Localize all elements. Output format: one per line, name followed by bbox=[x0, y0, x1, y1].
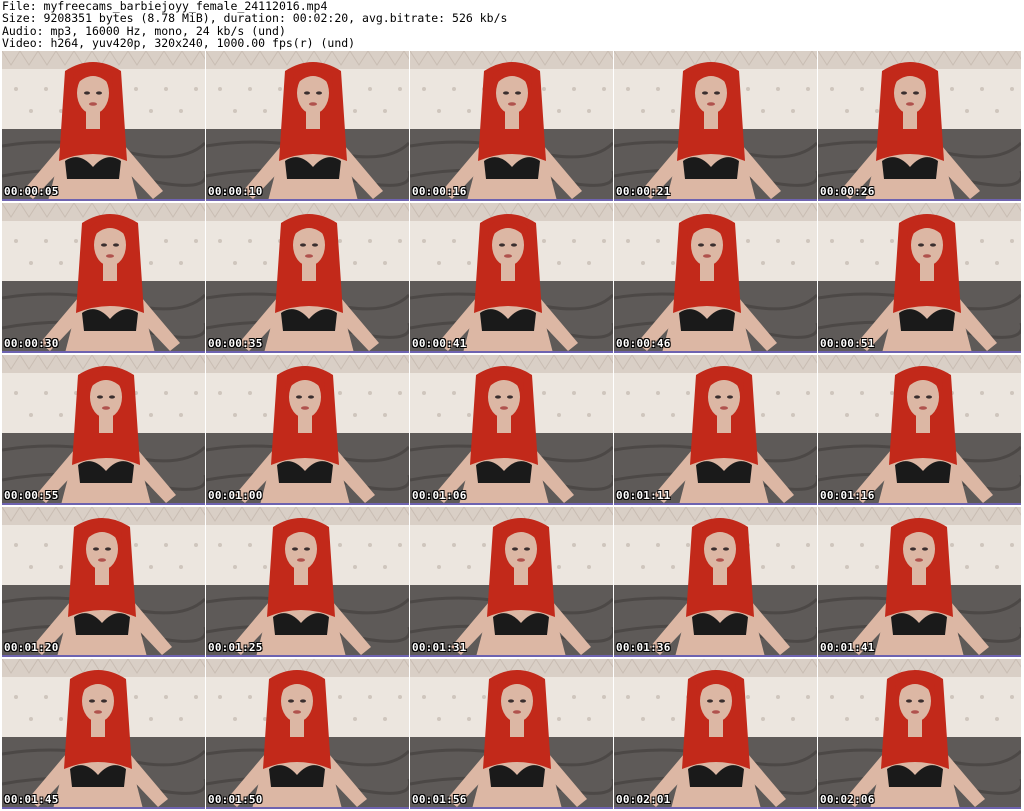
video-thumbnail: 00:00:30 bbox=[2, 203, 205, 353]
thumbnail-timestamp: 00:01:20 bbox=[4, 641, 59, 654]
video-thumbnail: 00:00:51 bbox=[818, 203, 1021, 353]
video-thumbnail: 00:00:26 bbox=[818, 51, 1021, 201]
frame-image bbox=[2, 203, 205, 351]
video-thumbnail: 00:00:46 bbox=[614, 203, 817, 353]
frame-image bbox=[614, 355, 817, 503]
thumbnail-timestamp: 00:01:56 bbox=[412, 793, 467, 806]
thumbnail-timestamp: 00:01:45 bbox=[4, 793, 59, 806]
frame-image bbox=[206, 203, 409, 351]
video-thumbnail: 00:01:45 bbox=[2, 659, 205, 809]
frame-image bbox=[2, 355, 205, 503]
frame-image bbox=[206, 355, 409, 503]
thumbnail-timestamp: 00:02:01 bbox=[616, 793, 671, 806]
thumbnail-grid: 00:00:05 00:00:10 00:00:16 00:00:21 00:00:26… bbox=[2, 51, 1022, 811]
thumbnail-timestamp: 00:01:36 bbox=[616, 641, 671, 654]
video-thumbnail: 00:01:06 bbox=[410, 355, 613, 505]
frame-image bbox=[818, 51, 1021, 199]
file-info-header: File: myfreecams_barbiejoyy_female_24112… bbox=[2, 0, 1022, 50]
thumbnail-timestamp: 00:00:10 bbox=[208, 185, 263, 198]
video-thumbnail: 00:01:36 bbox=[614, 507, 817, 657]
frame-image bbox=[410, 659, 613, 807]
thumbnail-timestamp: 00:00:55 bbox=[4, 489, 59, 502]
video-thumbnail: 00:00:05 bbox=[2, 51, 205, 201]
video-thumbnail: 00:01:25 bbox=[206, 507, 409, 657]
thumbnail-timestamp: 00:00:35 bbox=[208, 337, 263, 350]
thumbnail-timestamp: 00:00:16 bbox=[412, 185, 467, 198]
video-thumbnail: 00:01:56 bbox=[410, 659, 613, 809]
thumbnail-timestamp: 00:00:30 bbox=[4, 337, 59, 350]
video-thumbnail: 00:00:41 bbox=[410, 203, 613, 353]
frame-image bbox=[614, 51, 817, 199]
thumbnail-timestamp: 00:01:31 bbox=[412, 641, 467, 654]
frame-image bbox=[206, 507, 409, 655]
frame-image bbox=[2, 659, 205, 807]
video-thumbnail: 00:01:11 bbox=[614, 355, 817, 505]
frame-image bbox=[410, 51, 613, 199]
thumbnail-timestamp: 00:00:51 bbox=[820, 337, 875, 350]
video-thumbnail: 00:01:00 bbox=[206, 355, 409, 505]
frame-image bbox=[206, 659, 409, 807]
video-thumbnail: 00:01:50 bbox=[206, 659, 409, 809]
thumbnail-timestamp: 00:01:25 bbox=[208, 641, 263, 654]
frame-image bbox=[818, 507, 1021, 655]
video-thumbnail: 00:02:01 bbox=[614, 659, 817, 809]
frame-image bbox=[206, 51, 409, 199]
thumbnail-timestamp: 00:00:05 bbox=[4, 185, 59, 198]
thumbnail-timestamp: 00:01:11 bbox=[616, 489, 671, 502]
thumbnail-timestamp: 00:01:41 bbox=[820, 641, 875, 654]
thumbnail-timestamp: 00:00:41 bbox=[412, 337, 467, 350]
video-thumbnail: 00:00:21 bbox=[614, 51, 817, 201]
video-thumbnail: 00:02:06 bbox=[818, 659, 1021, 809]
video-thumbnail: 00:00:35 bbox=[206, 203, 409, 353]
frame-image bbox=[614, 203, 817, 351]
frame-image bbox=[2, 51, 205, 199]
video-thumbnail: 00:01:20 bbox=[2, 507, 205, 657]
frame-image bbox=[410, 203, 613, 351]
file-size-line: Size: 9208351 bytes (8.78 MiB), duration… bbox=[2, 11, 508, 26]
frame-image bbox=[410, 355, 613, 503]
video-thumbnail: 00:00:16 bbox=[410, 51, 613, 201]
frame-image bbox=[614, 507, 817, 655]
frame-image bbox=[2, 507, 205, 655]
frame-image bbox=[410, 507, 613, 655]
thumbnail-timestamp: 00:02:06 bbox=[820, 793, 875, 806]
thumbnail-timestamp: 00:00:21 bbox=[616, 185, 671, 198]
frame-image bbox=[818, 355, 1021, 503]
thumbnail-timestamp: 00:01:06 bbox=[412, 489, 467, 502]
thumbnail-timestamp: 00:00:46 bbox=[616, 337, 671, 350]
thumbnail-timestamp: 00:01:00 bbox=[208, 489, 263, 502]
frame-image bbox=[818, 203, 1021, 351]
video-thumbnail: 00:01:16 bbox=[818, 355, 1021, 505]
video-thumbnail: 00:01:41 bbox=[818, 507, 1021, 657]
video-info-line: Video: h264, yuv420p, 320x240, 1000.00 f… bbox=[2, 36, 356, 51]
frame-image bbox=[614, 659, 817, 807]
video-thumbnail: 00:00:10 bbox=[206, 51, 409, 201]
frame-image bbox=[818, 659, 1021, 807]
thumbnail-timestamp: 00:01:50 bbox=[208, 793, 263, 806]
thumbnail-timestamp: 00:00:26 bbox=[820, 185, 875, 198]
video-thumbnail: 00:00:55 bbox=[2, 355, 205, 505]
video-thumbnail: 00:01:31 bbox=[410, 507, 613, 657]
thumbnail-timestamp: 00:01:16 bbox=[820, 489, 875, 502]
